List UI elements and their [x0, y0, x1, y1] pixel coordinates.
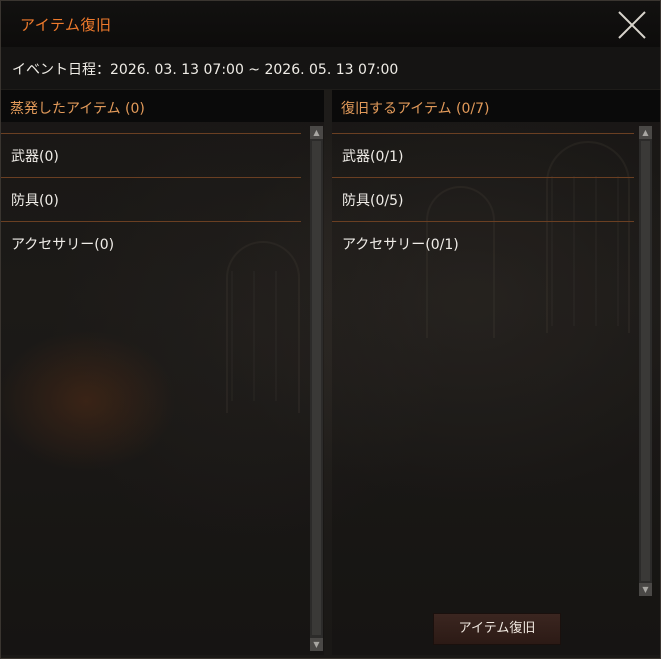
close-icon [618, 11, 646, 39]
chevron-up-icon[interactable]: ▲ [310, 126, 323, 139]
right-scrollbar[interactable]: ▲ ▼ [639, 126, 652, 596]
restore-items-list: 武器(0/1) 防具(0/5) アクセサリー(0/1) [332, 133, 634, 265]
title-bar: アイテム復旧 [1, 1, 660, 47]
chevron-down-icon[interactable]: ▼ [310, 638, 323, 651]
list-item-label: 防具(0) [11, 193, 59, 209]
close-button[interactable] [616, 9, 648, 41]
left-scrollbar[interactable]: ▲ ▼ [310, 126, 323, 651]
restore-items-title: 復旧するアイテム (0/7) [341, 101, 490, 117]
event-schedule: イベント日程：2026. 03. 13 07:00 ~ 2026. 05. 13… [12, 62, 399, 78]
list-item-label: 防具(0/5) [342, 193, 404, 209]
list-item-weapon[interactable]: 武器(0) [1, 133, 301, 177]
scroll-track [641, 141, 650, 581]
list-item-label: アクセサリー(0) [11, 237, 115, 253]
list-item-armor[interactable]: 防具(0) [1, 177, 301, 221]
window-title: アイテム復旧 [20, 16, 112, 34]
evaporated-items-panel: 蒸発したアイテム (0) 武器(0) 防具(0) アクセサリー(0) ▲ ▼ [1, 90, 324, 655]
evaporated-items-list: 武器(0) 防具(0) アクセサリー(0) [1, 133, 301, 265]
restore-items-panel: 復旧するアイテム (0/7) 武器(0/1) 防具(0/5) アクセサリー(0/… [332, 90, 660, 655]
list-item-armor[interactable]: 防具(0/5) [332, 177, 634, 221]
evaporated-items-header: 蒸発したアイテム (0) [1, 90, 324, 122]
list-item-weapon[interactable]: 武器(0/1) [332, 133, 634, 177]
evaporated-items-title: 蒸発したアイテム (0) [10, 101, 145, 117]
restore-items-header: 復旧するアイテム (0/7) [332, 90, 660, 122]
list-item-accessory[interactable]: アクセサリー(0/1) [332, 221, 634, 265]
list-item-label: 武器(0/1) [342, 149, 404, 165]
list-item-label: 武器(0) [11, 149, 59, 165]
list-item-accessory[interactable]: アクセサリー(0) [1, 221, 301, 265]
chevron-up-icon[interactable]: ▲ [639, 126, 652, 139]
item-restore-window: アイテム復旧 イベント日程：2026. 03. 13 07:00 ~ 2026.… [0, 0, 661, 659]
scroll-track [312, 141, 321, 635]
restore-items-button[interactable]: アイテム復旧 [433, 613, 561, 645]
event-schedule-row: イベント日程：2026. 03. 13 07:00 ~ 2026. 05. 13… [1, 47, 660, 89]
list-item-label: アクセサリー(0/1) [342, 237, 459, 253]
chevron-down-icon[interactable]: ▼ [639, 583, 652, 596]
